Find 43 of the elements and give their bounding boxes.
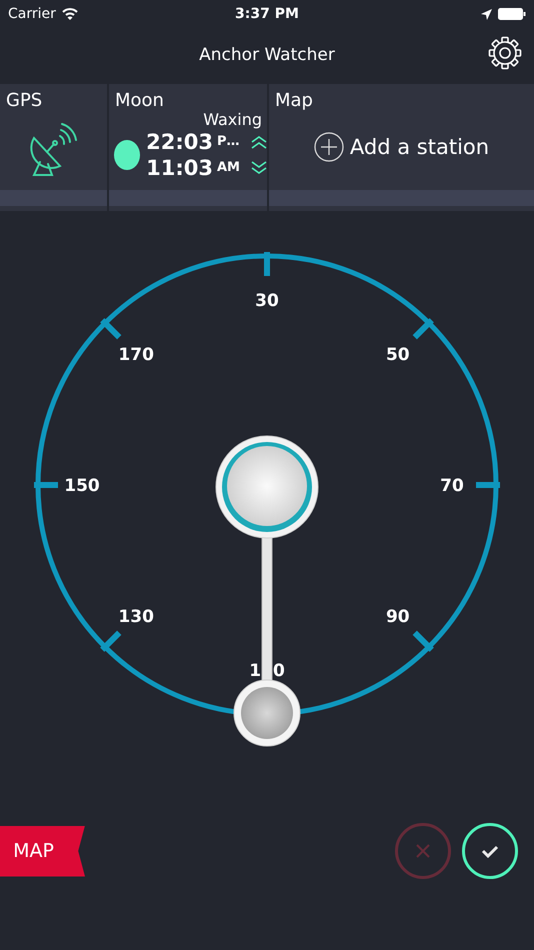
dial-label: 90 [386,606,410,627]
dial-label: 1 0 [249,661,285,681]
dial-label: 150 [64,476,100,496]
carrier-label: Carrier [8,6,56,22]
moon-phase: Waxing [203,110,263,129]
app-title: Anchor Watcher [199,45,335,65]
dial-label: 50 [386,345,410,366]
double-chevron-up-icon [251,134,267,150]
moon-icon [114,140,140,170]
battery-icon [498,8,526,20]
clock-time: 3:37 PM [235,6,299,22]
dial-tick [264,252,270,276]
time-suffix: P… [217,133,241,151]
tile-title: Map [274,89,314,111]
tile-title: GPS [5,89,44,111]
time-suffix: AM [217,159,241,177]
map-button[interactable]: MAP [0,826,85,876]
dial-label: 70 [440,476,464,496]
add-station-button[interactable]: Add a station [314,132,490,162]
wifi-icon [62,8,78,20]
dial-label: 30 [255,291,279,311]
dial-tick [34,482,58,488]
settings-icon[interactable] [488,36,522,70]
checkmark-icon [481,844,499,858]
info-tile[interactable]: GPS [0,84,107,211]
moonrise-time: 22:03 [146,129,213,155]
dial-label: 130 [118,606,154,627]
moonset-time: 11:03 [146,155,213,181]
tile-title: Moon [114,89,165,111]
dial-tick [100,630,122,652]
info-tile[interactable]: Map Add a station [269,84,534,211]
dial-label: 170 [118,345,154,366]
anchor-knob[interactable] [216,436,318,538]
close-icon [415,843,431,859]
dial-tick [476,482,500,488]
dial-tick [100,318,122,340]
plus-circle-icon [314,132,344,162]
double-chevron-down-icon [251,160,267,176]
dial-tick [412,630,434,652]
dial-tick [412,318,434,340]
location-arrow-icon [481,8,492,20]
boat-knob[interactable] [234,680,300,746]
confirm-button[interactable] [462,823,518,879]
